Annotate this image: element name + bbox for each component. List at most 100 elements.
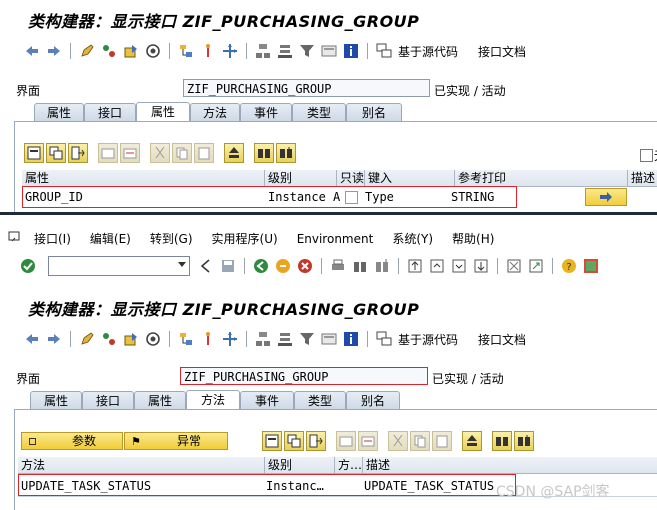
find-icon[interactable]	[254, 143, 274, 163]
detail-view-icon[interactable]	[24, 143, 44, 163]
check-objects-icon[interactable]	[101, 43, 117, 59]
menu-goto[interactable]: 转到(G)	[150, 230, 193, 247]
customize-layout-icon[interactable]	[583, 258, 599, 274]
insert-row-icon[interactable]	[98, 143, 118, 163]
col-typing[interactable]: 键入	[365, 170, 455, 186]
dropdown-arrow-icon[interactable]	[178, 262, 186, 267]
interface-name-field[interactable]: ZIF_PURCHASING_GROUP	[180, 367, 428, 385]
find-next-icon[interactable]	[374, 258, 390, 274]
col-attribute[interactable]: 属性	[22, 170, 265, 186]
tab-methods[interactable]: 方法	[186, 390, 240, 409]
sort-icon[interactable]	[462, 431, 482, 451]
col-method[interactable]: 方法	[18, 457, 265, 473]
based-on-source-button[interactable]: 基于源代码	[376, 43, 458, 60]
cancel-icon[interactable]	[297, 258, 313, 274]
move-row-icon[interactable]	[68, 143, 88, 163]
tab-aliases[interactable]: 别名	[346, 391, 400, 409]
tab-methods[interactable]: 方法	[190, 103, 240, 121]
information-icon[interactable]	[343, 331, 359, 347]
hierarchy-icon[interactable]	[178, 43, 194, 59]
display-icon[interactable]	[321, 331, 337, 347]
stack-icon[interactable]	[277, 43, 293, 59]
collapse-left-icon[interactable]	[198, 258, 214, 274]
filter-icon[interactable]	[299, 43, 315, 59]
first-page-icon[interactable]	[407, 258, 423, 274]
info-pin-icon[interactable]	[200, 43, 216, 59]
tab-attributes[interactable]: 属性	[136, 102, 190, 121]
exit-icon[interactable]	[275, 258, 291, 274]
display-icon[interactable]	[321, 43, 337, 59]
navigate-icon[interactable]	[222, 43, 238, 59]
copy-row-icon[interactable]	[284, 431, 304, 451]
menu-utilities[interactable]: 实用程序(U)	[212, 230, 278, 247]
where-used-icon[interactable]	[145, 331, 161, 347]
back-arrow-icon[interactable]	[24, 43, 40, 59]
next-page-icon[interactable]	[451, 258, 467, 274]
find-next-icon[interactable]	[276, 143, 296, 163]
menu-icon[interactable]	[8, 231, 22, 246]
enter-check-icon[interactable]	[20, 258, 36, 274]
find-icon[interactable]	[492, 431, 512, 451]
interface-doc-button[interactable]: 接口文档	[478, 331, 526, 348]
cut-icon[interactable]	[388, 431, 408, 451]
new-session-icon[interactable]	[506, 258, 522, 274]
tab-attributes-1[interactable]: 属性	[34, 103, 84, 121]
filter-icon[interactable]	[299, 331, 315, 347]
col-readonly[interactable]: 只读	[337, 170, 365, 186]
structure-icon[interactable]	[255, 43, 271, 59]
col-description[interactable]: 描述	[363, 457, 657, 473]
copy-icon[interactable]	[410, 431, 430, 451]
menu-system[interactable]: 系统(Y)	[392, 230, 433, 247]
hierarchy-icon[interactable]	[178, 331, 194, 347]
edit-pencil-icon[interactable]	[79, 43, 95, 59]
row-detail-button[interactable]	[585, 188, 627, 206]
tab-interfaces[interactable]: 接口	[84, 103, 136, 121]
delete-row-icon[interactable]	[120, 143, 140, 163]
back-arrow-icon[interactable]	[24, 331, 40, 347]
interface-name-field[interactable]: ZIF_PURCHASING_GROUP	[183, 79, 430, 97]
insert-row-icon[interactable]	[336, 431, 356, 451]
activate-icon[interactable]	[123, 43, 139, 59]
interface-doc-button[interactable]: 接口文档	[478, 43, 526, 60]
col-method-type[interactable]: 方…	[335, 457, 363, 473]
parameters-button[interactable]: 参数	[21, 432, 123, 450]
tab-types[interactable]: 类型	[292, 103, 346, 121]
col-level[interactable]: 级别	[265, 170, 337, 186]
structure-icon[interactable]	[255, 331, 271, 347]
copy-row-icon[interactable]	[46, 143, 66, 163]
menu-interface[interactable]: 接口(I)	[34, 230, 71, 247]
menu-environment[interactable]: Environment	[297, 232, 374, 246]
print-icon[interactable]	[330, 258, 346, 274]
move-row-icon[interactable]	[306, 431, 326, 451]
tab-interfaces[interactable]: 接口	[82, 391, 134, 409]
tab-attributes-1[interactable]: 属性	[30, 391, 82, 409]
tab-aliases[interactable]: 别名	[346, 103, 402, 121]
tab-types[interactable]: 类型	[294, 391, 346, 409]
find-icon[interactable]	[352, 258, 368, 274]
forward-arrow-icon[interactable]	[46, 43, 62, 59]
based-on-source-button[interactable]: 基于源代码	[376, 331, 458, 348]
help-icon[interactable]: ?	[561, 258, 577, 274]
paste-icon[interactable]	[194, 143, 214, 163]
sort-icon[interactable]	[224, 143, 244, 163]
tab-attributes[interactable]: 属性	[134, 391, 186, 409]
info-pin-icon[interactable]	[200, 331, 216, 347]
forward-arrow-icon[interactable]	[46, 331, 62, 347]
shortcut-icon[interactable]	[528, 258, 544, 274]
paste-icon[interactable]	[432, 431, 452, 451]
tab-events[interactable]: 事件	[240, 391, 294, 409]
back-icon[interactable]	[253, 258, 269, 274]
information-icon[interactable]	[343, 43, 359, 59]
previous-page-icon[interactable]	[429, 258, 445, 274]
navigate-icon[interactable]	[222, 331, 238, 347]
stack-icon[interactable]	[277, 331, 293, 347]
detail-view-icon[interactable]	[262, 431, 282, 451]
col-level[interactable]: 级别	[265, 457, 335, 473]
find-next-icon[interactable]	[514, 431, 534, 451]
save-icon[interactable]	[220, 258, 236, 274]
copy-icon[interactable]	[172, 143, 192, 163]
exceptions-button[interactable]: ⚑ 异常	[124, 432, 228, 450]
edit-pencil-icon[interactable]	[79, 331, 95, 347]
cut-icon[interactable]	[150, 143, 170, 163]
tab-events[interactable]: 事件	[240, 103, 292, 121]
